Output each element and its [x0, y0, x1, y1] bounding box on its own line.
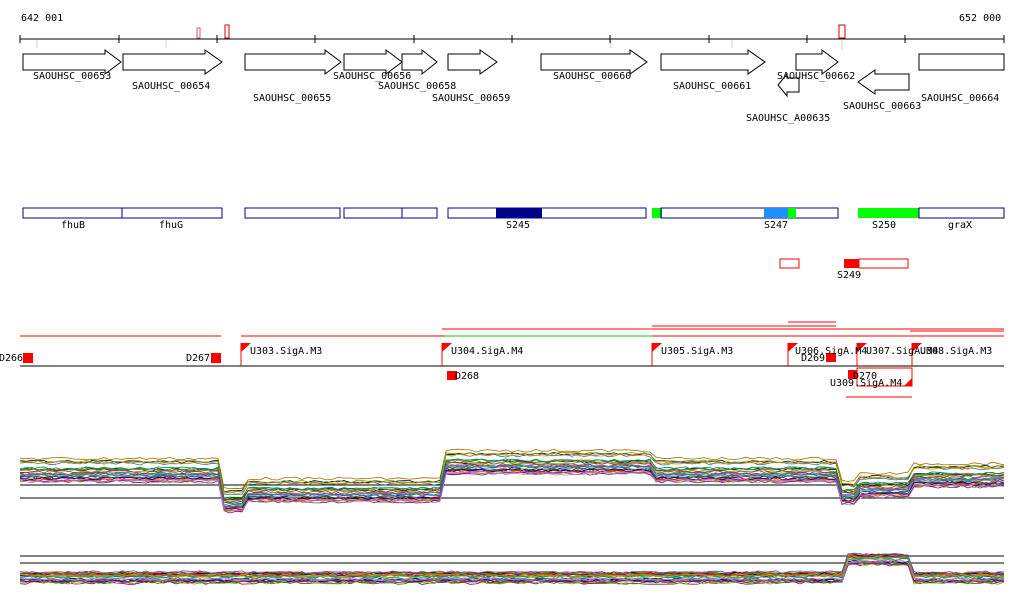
genome-browser-view[interactable]: SAOUHSC_00653 SAOUHSC_00654 SAOUHSC_0065…: [0, 0, 1024, 611]
feature-label: fhuG: [159, 220, 183, 231]
gene-arrow[interactable]: [447, 49, 498, 75]
gene-arrow[interactable]: [122, 49, 223, 75]
gene-label: SAOUHSC_00660: [553, 71, 631, 82]
gene-label: SAOUHSC_00659: [432, 93, 510, 104]
gene-label: SAOUHSC_00654: [132, 81, 210, 92]
gene-arrow[interactable]: [857, 69, 910, 95]
segment-label: U304.SigA.M4: [451, 346, 523, 357]
segment-labels: D266 D267 D268 D269 D270 U303.SigA.M3 U3…: [0, 346, 992, 389]
feature-label: S250: [872, 220, 896, 231]
segment-label: U309.SigA.M4: [830, 378, 902, 389]
feature-track[interactable]: [22, 207, 1005, 219]
gene-arrow[interactable]: [244, 49, 342, 75]
segment-label: D267: [186, 353, 210, 364]
gene-arrow[interactable]: [660, 49, 766, 75]
feature-label: S245: [506, 220, 530, 231]
gene-labels: SAOUHSC_00653 SAOUHSC_00654 SAOUHSC_0065…: [33, 71, 999, 124]
gene-label: SAOUHSC_A00635: [746, 113, 830, 124]
axis-signal-peaks: [36, 24, 846, 50]
expression-profile-upper: [19, 448, 1005, 514]
s249-track[interactable]: S249: [779, 258, 909, 281]
gene-label: SAOUHSC_00653: [33, 71, 111, 82]
gene-arrow[interactable]: [918, 53, 1005, 71]
segment-label: U303.SigA.M3: [250, 346, 322, 357]
gene-label: SAOUHSC_00663: [843, 101, 921, 112]
gene-label: SAOUHSC_00662: [777, 71, 855, 82]
coordinate-axis: [19, 35, 1005, 43]
segment-label: U305.SigA.M3: [661, 346, 733, 357]
feature-label: fhuB: [61, 220, 85, 231]
gene-label: SAOUHSC_00664: [921, 93, 999, 104]
feature-label: S249: [837, 270, 861, 281]
gene-label: SAOUHSC_00661: [673, 81, 751, 92]
segment-label: D268: [455, 371, 479, 382]
feature-label: S247: [764, 220, 788, 231]
gene-label: SAOUHSC_00658: [378, 81, 456, 92]
segment-label: U308.SigA.M3: [920, 346, 992, 357]
segment-label: D266: [0, 353, 23, 364]
feature-labels: fhuB fhuG S245 S247 S250 graX: [61, 220, 972, 231]
feature-label: graX: [948, 220, 972, 231]
segment-label: U306.SigA.M4: [795, 346, 867, 357]
expression-profile-lower: [19, 552, 1005, 585]
gene-label: SAOUHSC_00655: [253, 93, 331, 104]
